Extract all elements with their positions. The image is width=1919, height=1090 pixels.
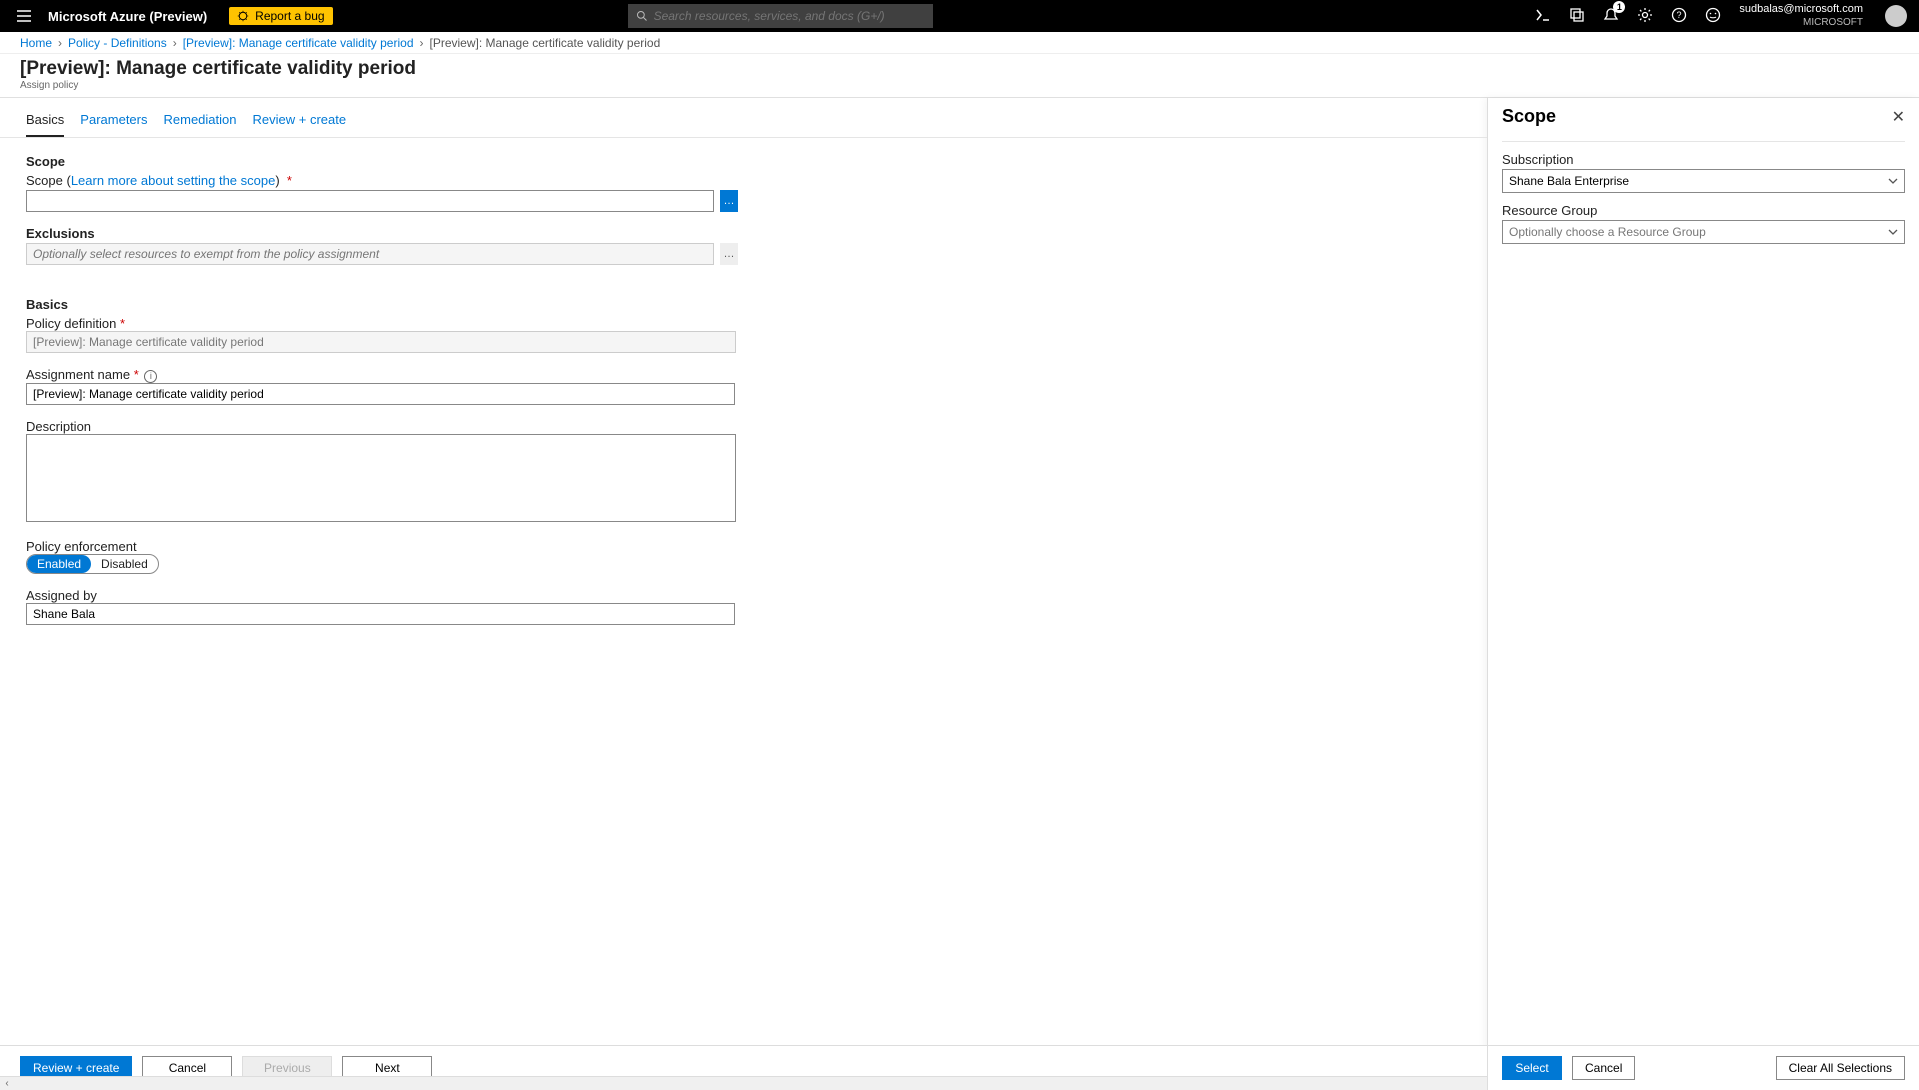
tab-remediation[interactable]: Remediation	[164, 112, 237, 137]
user-account[interactable]: sudbalas@microsoft.com MICROSOFT	[1739, 3, 1863, 28]
settings-icon[interactable]	[1637, 7, 1653, 26]
report-bug-button[interactable]: Report a bug	[229, 7, 332, 25]
exclusions-label: Exclusions	[26, 226, 95, 241]
directory-filter-icon[interactable]	[1569, 7, 1585, 26]
search-icon	[636, 10, 648, 22]
scope-label: Scope (Learn more about setting the scop…	[26, 173, 292, 188]
description-label: Description	[26, 419, 91, 434]
side-panel-title: Scope	[1502, 106, 1556, 127]
breadcrumb-preview-policy[interactable]: [Preview]: Manage certificate validity p…	[183, 36, 414, 50]
feedback-icon[interactable]	[1705, 7, 1721, 26]
notifications-icon[interactable]: 1	[1603, 7, 1619, 26]
exclusions-input[interactable]	[26, 243, 714, 265]
search-input-wrapper[interactable]	[628, 4, 933, 28]
horizontal-scrollbar[interactable]: ‹	[0, 1076, 1487, 1090]
breadcrumb-policy-definitions[interactable]: Policy - Definitions	[68, 36, 167, 50]
assignment-name-input[interactable]	[26, 383, 735, 405]
page-title: [Preview]: Manage certificate validity p…	[20, 58, 1899, 80]
assigned-by-label: Assigned by	[26, 588, 97, 603]
cloud-shell-icon[interactable]	[1535, 7, 1551, 26]
resource-group-select[interactable]: Optionally choose a Resource Group	[1502, 220, 1905, 244]
breadcrumb: Home› Policy - Definitions› [Preview]: M…	[0, 32, 1919, 54]
description-textarea[interactable]	[26, 434, 736, 522]
scroll-left-icon[interactable]: ‹	[0, 1078, 14, 1089]
chevron-down-icon	[1888, 227, 1898, 237]
subscription-label: Subscription	[1502, 152, 1905, 167]
svg-text:?: ?	[1677, 10, 1682, 20]
scope-section-title: Scope	[26, 154, 1461, 169]
help-icon[interactable]: ?	[1671, 7, 1687, 26]
policy-definition-label: Policy definition *	[26, 316, 125, 331]
policy-definition-value: [Preview]: Manage certificate validity p…	[26, 331, 736, 353]
side-cancel-button[interactable]: Cancel	[1572, 1056, 1635, 1080]
brand-label: Microsoft Azure (Preview)	[48, 9, 207, 24]
clear-all-button[interactable]: Clear All Selections	[1776, 1056, 1905, 1080]
page-heading: [Preview]: Manage certificate validity p…	[0, 54, 1919, 98]
breadcrumb-home[interactable]: Home	[20, 36, 52, 50]
info-icon[interactable]: i	[144, 370, 157, 383]
scope-side-panel: Scope ✕ Subscription Shane Bala Enterpri…	[1487, 98, 1919, 1090]
resource-group-label: Resource Group	[1502, 203, 1905, 218]
close-icon[interactable]: ✕	[1892, 107, 1905, 127]
toggle-enabled[interactable]: Enabled	[27, 555, 91, 573]
scope-picker-button[interactable]: …	[720, 190, 738, 212]
notification-badge: 1	[1613, 1, 1625, 13]
side-select-button[interactable]: Select	[1502, 1056, 1562, 1080]
policy-enforcement-label: Policy enforcement	[26, 539, 137, 554]
chevron-down-icon	[1888, 176, 1898, 186]
avatar[interactable]	[1885, 5, 1907, 27]
exclusions-picker-button[interactable]: …	[720, 243, 738, 265]
tab-review-create[interactable]: Review + create	[253, 112, 347, 137]
page-subtitle: Assign policy	[20, 80, 1899, 91]
menu-icon[interactable]	[0, 8, 48, 24]
tab-parameters[interactable]: Parameters	[80, 112, 147, 137]
assigned-by-input[interactable]	[26, 603, 735, 625]
policy-enforcement-toggle[interactable]: Enabled Disabled	[26, 554, 159, 574]
subscription-select[interactable]: Shane Bala Enterprise	[1502, 169, 1905, 193]
tab-basics[interactable]: Basics	[26, 112, 64, 137]
scope-learn-more-link[interactable]: Learn more about setting the scope	[71, 173, 276, 188]
tabs: Basics Parameters Remediation Review + c…	[0, 98, 1487, 138]
search-input[interactable]	[654, 9, 925, 23]
toggle-disabled[interactable]: Disabled	[91, 555, 158, 573]
breadcrumb-current: [Preview]: Manage certificate validity p…	[430, 36, 661, 50]
assignment-name-label: Assignment name * i	[26, 367, 157, 382]
scope-input[interactable]	[26, 190, 714, 212]
basics-section-title: Basics	[26, 297, 1461, 312]
